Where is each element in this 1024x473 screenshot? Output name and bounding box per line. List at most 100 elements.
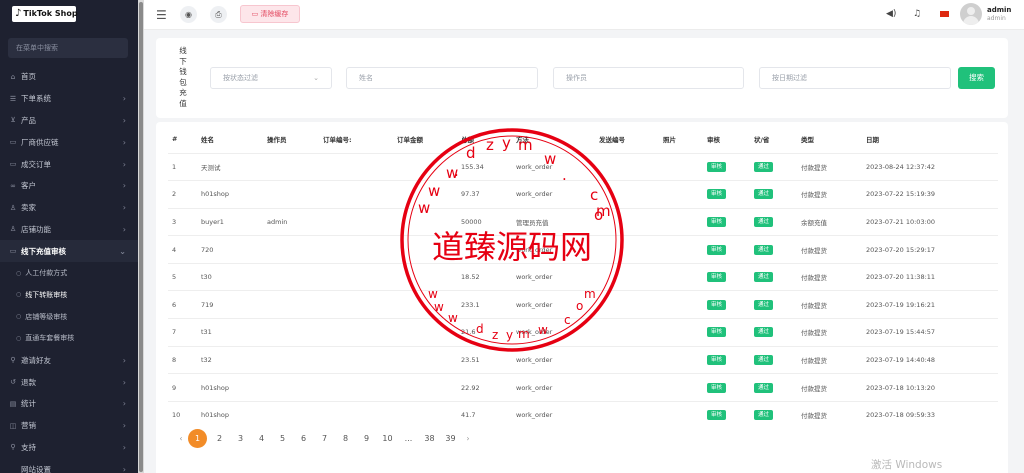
sidebar-item-6[interactable]: ♙ 卖家 › bbox=[0, 197, 138, 219]
cell-total: 50000 bbox=[457, 207, 512, 236]
page-9[interactable]: 9 bbox=[356, 429, 377, 448]
menu-toggle-icon[interactable]: ☰ bbox=[156, 9, 167, 21]
marketing-icon: ◫ bbox=[9, 421, 17, 430]
audit-button[interactable]: 审核 bbox=[707, 299, 727, 310]
page-3[interactable]: 3 bbox=[230, 429, 251, 448]
operator-input[interactable]: 操作员 bbox=[553, 67, 744, 89]
menu-search-input[interactable]: 在菜单中搜索 bbox=[8, 38, 128, 58]
cell-photo bbox=[659, 290, 703, 319]
page-title-char: 包 bbox=[179, 77, 187, 87]
sidebar-scrollbar[interactable] bbox=[138, 0, 144, 473]
sound-icon[interactable]: ◀) bbox=[886, 8, 896, 20]
table-row: 7 t31 21.6 work_order 审核 通过 付款提货 2023-07-19 15:… bbox=[168, 318, 998, 347]
cell-operator bbox=[263, 318, 319, 347]
audit-button[interactable]: 审核 bbox=[707, 410, 727, 421]
audit-button[interactable]: 审核 bbox=[707, 327, 727, 338]
audit-button[interactable]: 审核 bbox=[707, 244, 727, 255]
page-2[interactable]: 2 bbox=[209, 429, 230, 448]
audit-button[interactable]: 审核 bbox=[707, 161, 727, 172]
scrollbar-thumb[interactable] bbox=[139, 2, 143, 472]
sidebar-item-5[interactable]: ∞ 客户 › bbox=[0, 175, 138, 197]
cell-total: 23.51 bbox=[457, 345, 512, 374]
page-8[interactable]: 8 bbox=[335, 429, 356, 448]
sidebar-item-label: 统计 bbox=[21, 399, 36, 409]
sidebar-item-1[interactable]: ☰ 下单系统 › bbox=[0, 88, 138, 110]
cell-method: work_order bbox=[512, 318, 595, 347]
clear-cache-label: 清除缓存 bbox=[260, 10, 289, 18]
sidebar-item-label: 退款 bbox=[21, 377, 36, 387]
cell-no: 7 bbox=[168, 318, 197, 347]
sidebar-item-7[interactable]: ♙ 店铺功能 › bbox=[0, 219, 138, 241]
status-badge: 通过 bbox=[754, 161, 774, 172]
sidebar-item-0[interactable]: ⌂ 首页 bbox=[0, 66, 138, 88]
globe-icon[interactable]: ◉ bbox=[180, 6, 197, 23]
table-row: 2 h01shop 97.37 work_order 审核 通过 付款提货 2023-07-2… bbox=[168, 180, 998, 209]
table-row: 4 720 work_order 审核 通过 付款提货 2023-07-20 15:29:1… bbox=[168, 235, 998, 264]
status-filter-select[interactable]: 按状态过滤 ⌄ bbox=[210, 67, 332, 89]
cell-operator bbox=[263, 290, 319, 319]
page-5[interactable]: 5 bbox=[272, 429, 293, 448]
search-button[interactable]: 搜索 bbox=[958, 67, 995, 89]
avatar[interactable] bbox=[960, 3, 982, 25]
sidebar-item-14[interactable]: ↺ 退款 › bbox=[0, 371, 138, 393]
cell-type: 付款提货 bbox=[797, 262, 862, 291]
cell-order-amount bbox=[393, 235, 457, 264]
cell-photo bbox=[659, 207, 703, 236]
page-39[interactable]: 39 bbox=[440, 429, 461, 448]
name-input[interactable]: 姓名 bbox=[346, 67, 538, 89]
chevron-right-icon: › bbox=[122, 464, 126, 473]
column-header: 审核 bbox=[707, 136, 720, 145]
audit-button[interactable]: 审核 bbox=[707, 354, 727, 365]
cell-operator bbox=[263, 373, 319, 402]
sidebar-item-label: 店铺功能 bbox=[21, 224, 51, 234]
date-filter-input[interactable]: 按日期过滤 bbox=[759, 67, 951, 89]
cell-order-amount bbox=[393, 152, 457, 181]
cell-audit: 审核 bbox=[703, 318, 750, 347]
page-4[interactable]: 4 bbox=[251, 429, 272, 448]
page-6[interactable]: 6 bbox=[293, 429, 314, 448]
audit-button[interactable]: 审核 bbox=[707, 189, 727, 200]
cell-type: 付款提货 bbox=[797, 180, 862, 209]
sidebar-item-8[interactable]: ▭ 线下充值审核 ⌄ bbox=[0, 240, 138, 263]
page-38[interactable]: 38 bbox=[419, 429, 440, 448]
sidebar-item-11[interactable]: ○ 店铺等级审核 bbox=[0, 306, 138, 328]
sidebar-item-17[interactable]: ⚲ 支持 › bbox=[0, 437, 138, 459]
box-icon: ▭ bbox=[9, 138, 17, 147]
cell-photo bbox=[659, 262, 703, 291]
page-7[interactable]: 7 bbox=[314, 429, 335, 448]
language-flag-icon[interactable] bbox=[940, 11, 949, 17]
tiktok-shop-logo[interactable]: ♪ TikTok Shop bbox=[12, 6, 78, 22]
sidebar-item-3[interactable]: ▭ 厂商供应链 › bbox=[0, 131, 138, 153]
next-page-icon[interactable]: › bbox=[461, 429, 475, 448]
sidebar-item-12[interactable]: ○ 直通车套餐审核 bbox=[0, 328, 138, 350]
sidebar-item-16[interactable]: ◫ 营销 › bbox=[0, 415, 138, 437]
filter-card: 线下钱包充值 按状态过滤 ⌄ 姓名 操作员 按日期过滤 搜索 bbox=[156, 38, 1008, 118]
clear-cache-button[interactable]: ▭ 清除缓存 bbox=[240, 5, 300, 23]
sidebar-item-2[interactable]: ⊻ 产品 › bbox=[0, 110, 138, 132]
cell-order-amount bbox=[393, 345, 457, 374]
sidebar-item-10[interactable]: ○ 线下转账审核 bbox=[0, 284, 138, 306]
print-icon[interactable]: ⎙ bbox=[210, 6, 227, 23]
bell-icon[interactable]: ♫ bbox=[913, 8, 921, 20]
cell-order-amount bbox=[393, 318, 457, 347]
audit-button[interactable]: 审核 bbox=[707, 272, 727, 283]
home-icon: ⌂ bbox=[10, 72, 16, 81]
sidebar-item-4[interactable]: ▭ 成交订单 › bbox=[0, 153, 138, 175]
cell-send-no bbox=[595, 345, 659, 374]
page-1[interactable]: 1 bbox=[188, 428, 207, 448]
user-role: admin bbox=[987, 15, 1006, 22]
prev-page-icon[interactable]: ‹ bbox=[174, 429, 188, 448]
page-10[interactable]: 10 bbox=[377, 429, 398, 448]
sidebar-item-9[interactable]: ○ 人工付款方式 bbox=[0, 262, 138, 284]
sidebar-item-15[interactable]: ▤ 统计 › bbox=[0, 393, 138, 415]
sidebar-item-13[interactable]: ⚲ 邀请好友 › bbox=[0, 349, 138, 371]
user-name[interactable]: admin bbox=[987, 6, 1011, 14]
cell-status: 通过 bbox=[750, 262, 797, 291]
chevron-right-icon: › bbox=[122, 181, 126, 191]
sidebar-item-label: 客户 bbox=[21, 181, 36, 191]
audit-button[interactable]: 审核 bbox=[707, 382, 727, 393]
cell-date: 2023-07-20 15:29:17 bbox=[862, 235, 998, 264]
sidebar-item-18[interactable]: 网站设置 › bbox=[0, 458, 138, 473]
audit-button[interactable]: 审核 bbox=[707, 216, 727, 227]
cell-method: work_order bbox=[512, 373, 595, 402]
